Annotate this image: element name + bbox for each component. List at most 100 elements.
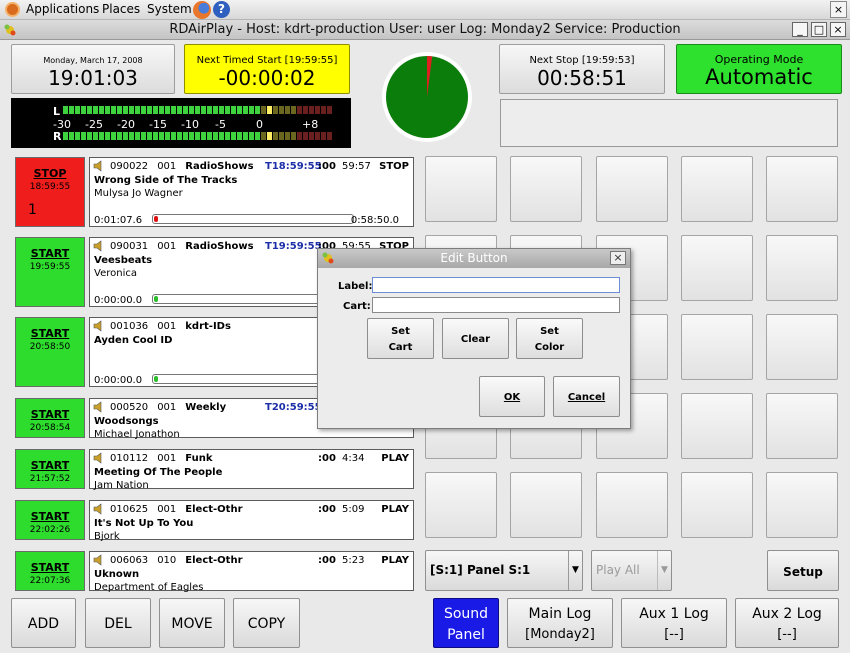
operating-mode-button[interactable]: Operating Mode Automatic — [676, 44, 842, 94]
log-artist: Michael Jonathon — [94, 429, 180, 440]
meter-segment — [207, 106, 212, 114]
sound-panel-button-slot[interactable] — [425, 156, 497, 222]
sound-panel-button-slot[interactable] — [425, 472, 497, 538]
firefox-icon[interactable] — [193, 1, 211, 19]
meter-segment — [273, 132, 278, 140]
delete-button[interactable]: DEL — [85, 598, 151, 648]
menu-system[interactable]: System — [147, 2, 192, 16]
log-group: kdrt-IDs — [185, 321, 231, 332]
sound-panel-button-slot[interactable] — [681, 156, 753, 222]
cancel-button[interactable]: Cancel — [553, 376, 620, 417]
menu-places[interactable]: Places — [102, 2, 140, 16]
operating-mode-value: Automatic — [705, 65, 813, 89]
log-start-button[interactable]: START 20:58:54 — [15, 398, 85, 438]
copy-button[interactable]: COPY — [233, 598, 300, 648]
meter-segment — [117, 106, 122, 114]
meter-segment — [303, 106, 308, 114]
log-row[interactable]: 010112 001 Funk :00 4:34 PLAY Meeting Of T… — [89, 449, 414, 491]
aux1-log-button[interactable]: Aux 1 Log [--] — [621, 598, 727, 648]
meter-tick: -5 — [215, 118, 226, 131]
sound-panel-button-slot[interactable] — [766, 472, 838, 538]
sound-panel-button-slot[interactable] — [766, 235, 838, 301]
sound-panel-button-slot[interactable] — [681, 235, 753, 301]
log-title: Meeting Of The People — [94, 467, 223, 478]
cart-input[interactable] — [372, 297, 620, 313]
next-timed-label: Next Timed Start [19:59:55] — [196, 55, 338, 66]
help-icon[interactable]: ? — [213, 1, 230, 18]
label-input[interactable] — [372, 277, 620, 293]
log-stop-button[interactable]: STOP 18:59:55 1 — [15, 157, 85, 227]
sound-panel-button-slot[interactable] — [596, 472, 668, 538]
log-title: Uknown — [94, 569, 140, 580]
meter-segment — [315, 106, 320, 114]
meter-segment — [183, 132, 188, 140]
speaker-icon — [93, 452, 102, 464]
meter-segment — [237, 132, 242, 140]
sound-panel-button-slot[interactable] — [681, 472, 753, 538]
meter-tick: -25 — [85, 118, 103, 131]
sound-panel-button-slot[interactable] — [596, 156, 668, 222]
log-start-button[interactable]: START 22:07:36 — [15, 551, 85, 591]
aux2-log-label-1: Aux 2 Log — [752, 606, 822, 622]
sound-panel-label-1: Sound — [443, 606, 489, 622]
ubuntu-logo-icon[interactable] — [5, 2, 20, 17]
sound-panel-button-slot[interactable] — [681, 314, 753, 380]
meter-segment — [75, 106, 80, 114]
set-color-label-2: Color — [534, 342, 565, 353]
main-log-label-1: Main Log — [528, 606, 592, 622]
setup-button[interactable]: Setup — [767, 550, 839, 591]
meter-segment — [93, 106, 98, 114]
aux1-log-label-2: [--] — [664, 627, 684, 642]
set-cart-button[interactable]: Set Cart — [367, 318, 434, 359]
add-button[interactable]: ADD — [11, 598, 76, 648]
sound-panel-button-slot[interactable] — [766, 314, 838, 380]
sound-panel-button-slot[interactable] — [681, 393, 753, 459]
play-all-button[interactable]: Play All ▼ — [591, 550, 672, 591]
log-cart: 006063 — [110, 555, 149, 566]
maximize-button[interactable]: □ — [811, 22, 827, 37]
log-row[interactable]: 090022 001 RadioShows T18:59:55 :00 59:57 … — [89, 157, 414, 227]
set-cart-label-2: Cart — [388, 342, 413, 353]
log-row[interactable]: 010625 001 Elect-Othr :00 5:09 PLAY It's N… — [89, 500, 414, 542]
meter-segment — [291, 132, 296, 140]
ok-button[interactable]: OK — [479, 376, 545, 417]
log-start-button[interactable]: START 20:58:50 — [15, 317, 85, 387]
move-button[interactable]: MOVE — [159, 598, 225, 648]
edit-button-dialog: Edit Button × Label: Cart: Set Cart Clea… — [317, 248, 631, 429]
ok-label: OK — [503, 392, 521, 403]
meter-tick: -20 — [117, 118, 135, 131]
clear-button[interactable]: Clear — [442, 318, 509, 359]
meter-segment — [237, 106, 242, 114]
log-start-button[interactable]: START 21:57:52 — [15, 449, 85, 489]
sound-panel-button-slot[interactable] — [766, 393, 838, 459]
meter-left-label: L — [53, 105, 61, 118]
log-action: PLAY — [381, 555, 409, 566]
main-log-button[interactable]: Main Log [Monday2] — [507, 598, 613, 648]
sound-panel-button[interactable]: Sound Panel — [433, 598, 499, 648]
log-row[interactable]: 006063 010 Elect-Othr :00 5:23 PLAY Uknown… — [89, 551, 414, 593]
set-color-button[interactable]: Set Color — [516, 318, 583, 359]
meter-segment — [165, 106, 170, 114]
aux2-log-label-2: [--] — [777, 627, 797, 642]
log-start-button[interactable]: START 19:59:55 — [15, 237, 85, 307]
dialog-close-icon[interactable]: × — [610, 251, 626, 265]
meter-segment — [255, 106, 260, 114]
setup-label: Setup — [783, 565, 823, 579]
log-progress-fill — [154, 376, 158, 382]
meter-segment — [63, 132, 68, 140]
meter-segment — [153, 106, 158, 114]
close-window-button[interactable]: × — [830, 22, 846, 37]
sound-panel-button-slot[interactable] — [766, 156, 838, 222]
minimize-button[interactable]: _ — [792, 22, 808, 37]
log-group: Funk — [185, 453, 213, 464]
panel-selector[interactable]: [S:1] Panel S:1 ▼ — [425, 550, 583, 591]
meter-segment — [177, 132, 182, 140]
sound-panel-button-slot[interactable] — [510, 472, 582, 538]
log-button-number: 1 — [28, 202, 37, 218]
meter-segment — [189, 106, 194, 114]
sound-panel-button-slot[interactable] — [510, 156, 582, 222]
aux2-log-button[interactable]: Aux 2 Log [--] — [735, 598, 839, 648]
panel-close-button[interactable]: × — [830, 1, 847, 18]
menu-applications[interactable]: Applications — [26, 2, 99, 16]
log-start-button[interactable]: START 22:02:26 — [15, 500, 85, 540]
